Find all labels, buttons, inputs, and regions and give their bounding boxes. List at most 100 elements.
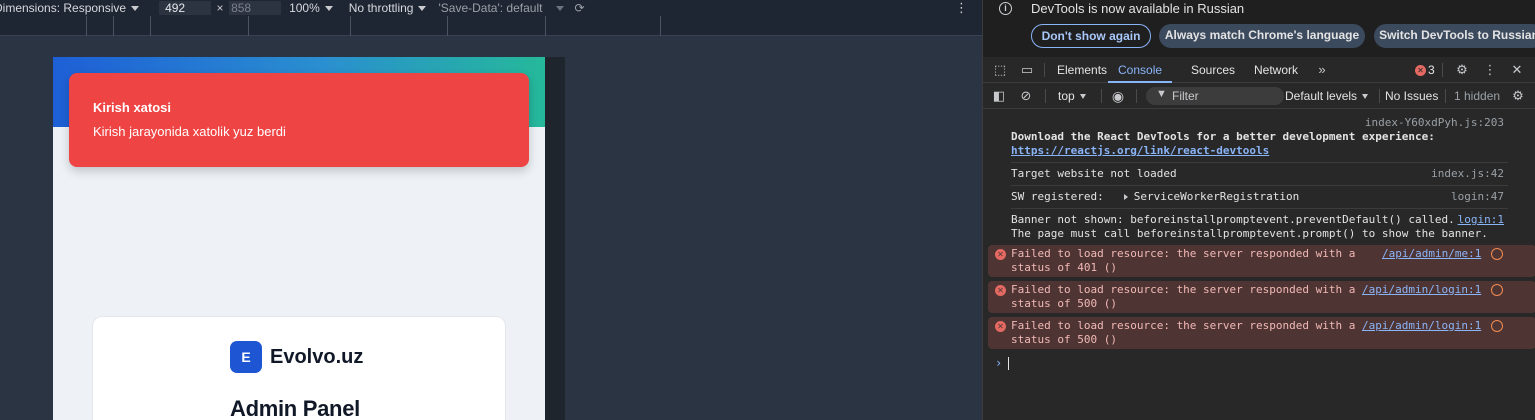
filter-placeholder: Filter	[1172, 89, 1199, 103]
message-text: Download the React DevTools for a better…	[1011, 130, 1435, 143]
close-icon[interactable]: ✕	[1508, 61, 1526, 79]
message-source[interactable]: login:1	[1458, 213, 1504, 226]
tab-elements[interactable]: Elements	[1057, 57, 1107, 83]
console-message: login:47 SW registered: ServiceWorkerRegi…	[983, 186, 1535, 209]
tab-console[interactable]: Console	[1108, 57, 1173, 83]
error-line: status of 500 ()	[1011, 297, 1117, 310]
tab-network[interactable]: Network	[1254, 57, 1298, 83]
message-text: SW registered: ServiceWorkerRegistration	[1011, 190, 1299, 204]
chevron-down-icon	[1362, 94, 1369, 100]
match-chrome-language-button[interactable]: Always match Chrome's language	[1159, 24, 1365, 48]
hidden-count: 1 hidden	[1454, 89, 1501, 103]
chevron-down-icon	[324, 6, 333, 11]
device-emulation-area: Dimensions: Responsive 492 × 858 100% No…	[0, 0, 982, 420]
error-text: Failed to load resource: the server resp…	[1011, 247, 1355, 275]
device-toolbar: Dimensions: Responsive 492 × 858 100% No…	[0, 0, 982, 16]
console-output: index-Y60xdPyh.js:203 Download the React…	[983, 110, 1535, 420]
language-infobar: i DevTools is now available in Russian D…	[983, 0, 1535, 57]
context-dropdown[interactable]: top	[1058, 89, 1086, 103]
tab-sources[interactable]: Sources	[1191, 57, 1235, 83]
error-source-link[interactable]: /api/admin/me:1	[1382, 247, 1481, 260]
chevron-down-icon	[131, 6, 140, 11]
error-count: 3	[1428, 63, 1435, 77]
error-line: Failed to load resource: the server resp…	[1011, 247, 1356, 260]
error-icon: ✕	[995, 321, 1006, 332]
message-source[interactable]: index-Y60xdPyh.js:203	[1365, 116, 1504, 129]
clear-console-icon[interactable]: ⊘	[1018, 88, 1034, 104]
filter-input[interactable]: ▼ Filter	[1146, 87, 1284, 105]
react-devtools-link[interactable]: https://reactjs.org/link/react-devtools	[1011, 144, 1269, 158]
zoom-dropdown[interactable]: 100%	[289, 0, 333, 16]
network-request-icon[interactable]	[1491, 320, 1503, 332]
devtools-tabbar: ⬚ ▭ Elements Console Sources Network » ✕…	[983, 57, 1535, 83]
console-error: ✕ Failed to load resource: the server re…	[988, 245, 1535, 277]
throttling-dropdown[interactable]: No throttling	[349, 0, 427, 16]
save-data-dropdown[interactable]: 'Save-Data': default	[438, 0, 565, 16]
save-data-label: 'Save-Data': default	[438, 1, 543, 15]
log-levels-dropdown[interactable]: Default levels	[1285, 89, 1369, 103]
chevron-down-icon	[556, 6, 565, 11]
dimensions-dropdown[interactable]: Dimensions: Responsive	[0, 0, 140, 16]
console-toolbar: ◧ ⊘ top ◉ ▼ Filter Default levels No Iss…	[983, 83, 1535, 109]
brand: E Evolvo.uz	[230, 341, 363, 373]
console-input[interactable]	[1008, 357, 1009, 370]
more-vertical-icon[interactable]: ⋮	[955, 0, 968, 16]
error-line: status of 500 ()	[1011, 333, 1117, 346]
message-source[interactable]: index.js:42	[1431, 167, 1504, 180]
sw-object[interactable]: ServiceWorkerRegistration	[1134, 190, 1300, 203]
error-line: Failed to load resource: the server resp…	[1011, 319, 1356, 332]
console-message: index.js:42 Target website not loaded	[983, 163, 1535, 186]
chevrons-right-icon[interactable]: »	[1313, 61, 1331, 79]
prompt-icon: ›	[995, 356, 1003, 370]
throttling-label: No throttling	[348, 1, 414, 15]
error-text: Failed to load resource: the server resp…	[1011, 319, 1355, 347]
message-text: Banner not shown: beforeinstallprompteve…	[1011, 213, 1455, 226]
filter-icon: ▼	[1156, 88, 1167, 100]
dont-show-again-button[interactable]: Don't show again	[1031, 24, 1151, 48]
more-vertical-icon[interactable]: ⋮	[1481, 61, 1499, 79]
gear-icon[interactable]: ⚙	[1453, 61, 1471, 79]
toast-description: Kirish jarayonida xatolik yuz berdi	[93, 124, 286, 139]
rotate-icon[interactable]: ⟳	[574, 0, 584, 16]
chevron-down-icon	[418, 6, 427, 11]
device-toggle-icon[interactable]: ▭	[1018, 61, 1036, 79]
sw-label: SW registered:	[1011, 190, 1104, 203]
error-count-badge[interactable]: ✕ 3	[1415, 63, 1435, 77]
media-query-ruler	[0, 16, 982, 36]
brand-logo: E	[230, 341, 262, 373]
error-icon: ✕	[995, 249, 1006, 260]
infobar-text: DevTools is now available in Russian	[1031, 1, 1245, 16]
error-line: Failed to load resource: the server resp…	[1011, 283, 1356, 296]
devtools-panel: i DevTools is now available in Russian D…	[982, 0, 1535, 420]
console-message: index-Y60xdPyh.js:203 Download the React…	[983, 110, 1535, 163]
error-toast[interactable]: Kirish xatosi Kirish jarayonida xatolik …	[69, 73, 529, 167]
height-input[interactable]: 858	[229, 1, 282, 15]
width-input[interactable]: 492	[159, 1, 212, 15]
message-text: Target website not loaded	[1011, 167, 1177, 180]
gear-icon[interactable]: ⚙	[1510, 88, 1526, 104]
error-source-link[interactable]: /api/admin/login:1	[1362, 283, 1481, 296]
console-message: login:1 Banner not shown: beforeinstallp…	[983, 209, 1535, 243]
toast-title: Kirish xatosi	[93, 100, 172, 115]
switch-to-russian-button[interactable]: Switch DevTools to Russian	[1374, 24, 1535, 48]
console-error: ✕ Failed to load resource: the server re…	[988, 281, 1535, 313]
eye-icon[interactable]: ◉	[1110, 88, 1126, 104]
expand-triangle-icon[interactable]	[1123, 194, 1128, 200]
inspect-element-icon[interactable]: ⬚	[991, 61, 1009, 79]
info-icon: i	[999, 2, 1012, 15]
console-error: ✕ Failed to load resource: the server re…	[988, 317, 1535, 349]
network-request-icon[interactable]	[1491, 248, 1503, 260]
issues-button[interactable]: No Issues	[1385, 89, 1438, 103]
message-source[interactable]: login:47	[1451, 190, 1504, 203]
dimensions-label: Dimensions: Responsive	[0, 1, 127, 15]
error-source-link[interactable]: /api/admin/login:1	[1362, 319, 1481, 332]
network-request-icon[interactable]	[1491, 284, 1503, 296]
error-icon: ✕	[995, 285, 1006, 296]
error-text: Failed to load resource: the server resp…	[1011, 283, 1355, 311]
page-scrollbar[interactable]	[545, 57, 565, 420]
sidebar-icon[interactable]: ◧	[991, 88, 1007, 104]
context-label: top	[1058, 89, 1075, 103]
error-line: status of 401 ()	[1011, 261, 1117, 274]
brand-name: Evolvo.uz	[270, 345, 364, 368]
log-levels-label: Default levels	[1285, 89, 1358, 103]
